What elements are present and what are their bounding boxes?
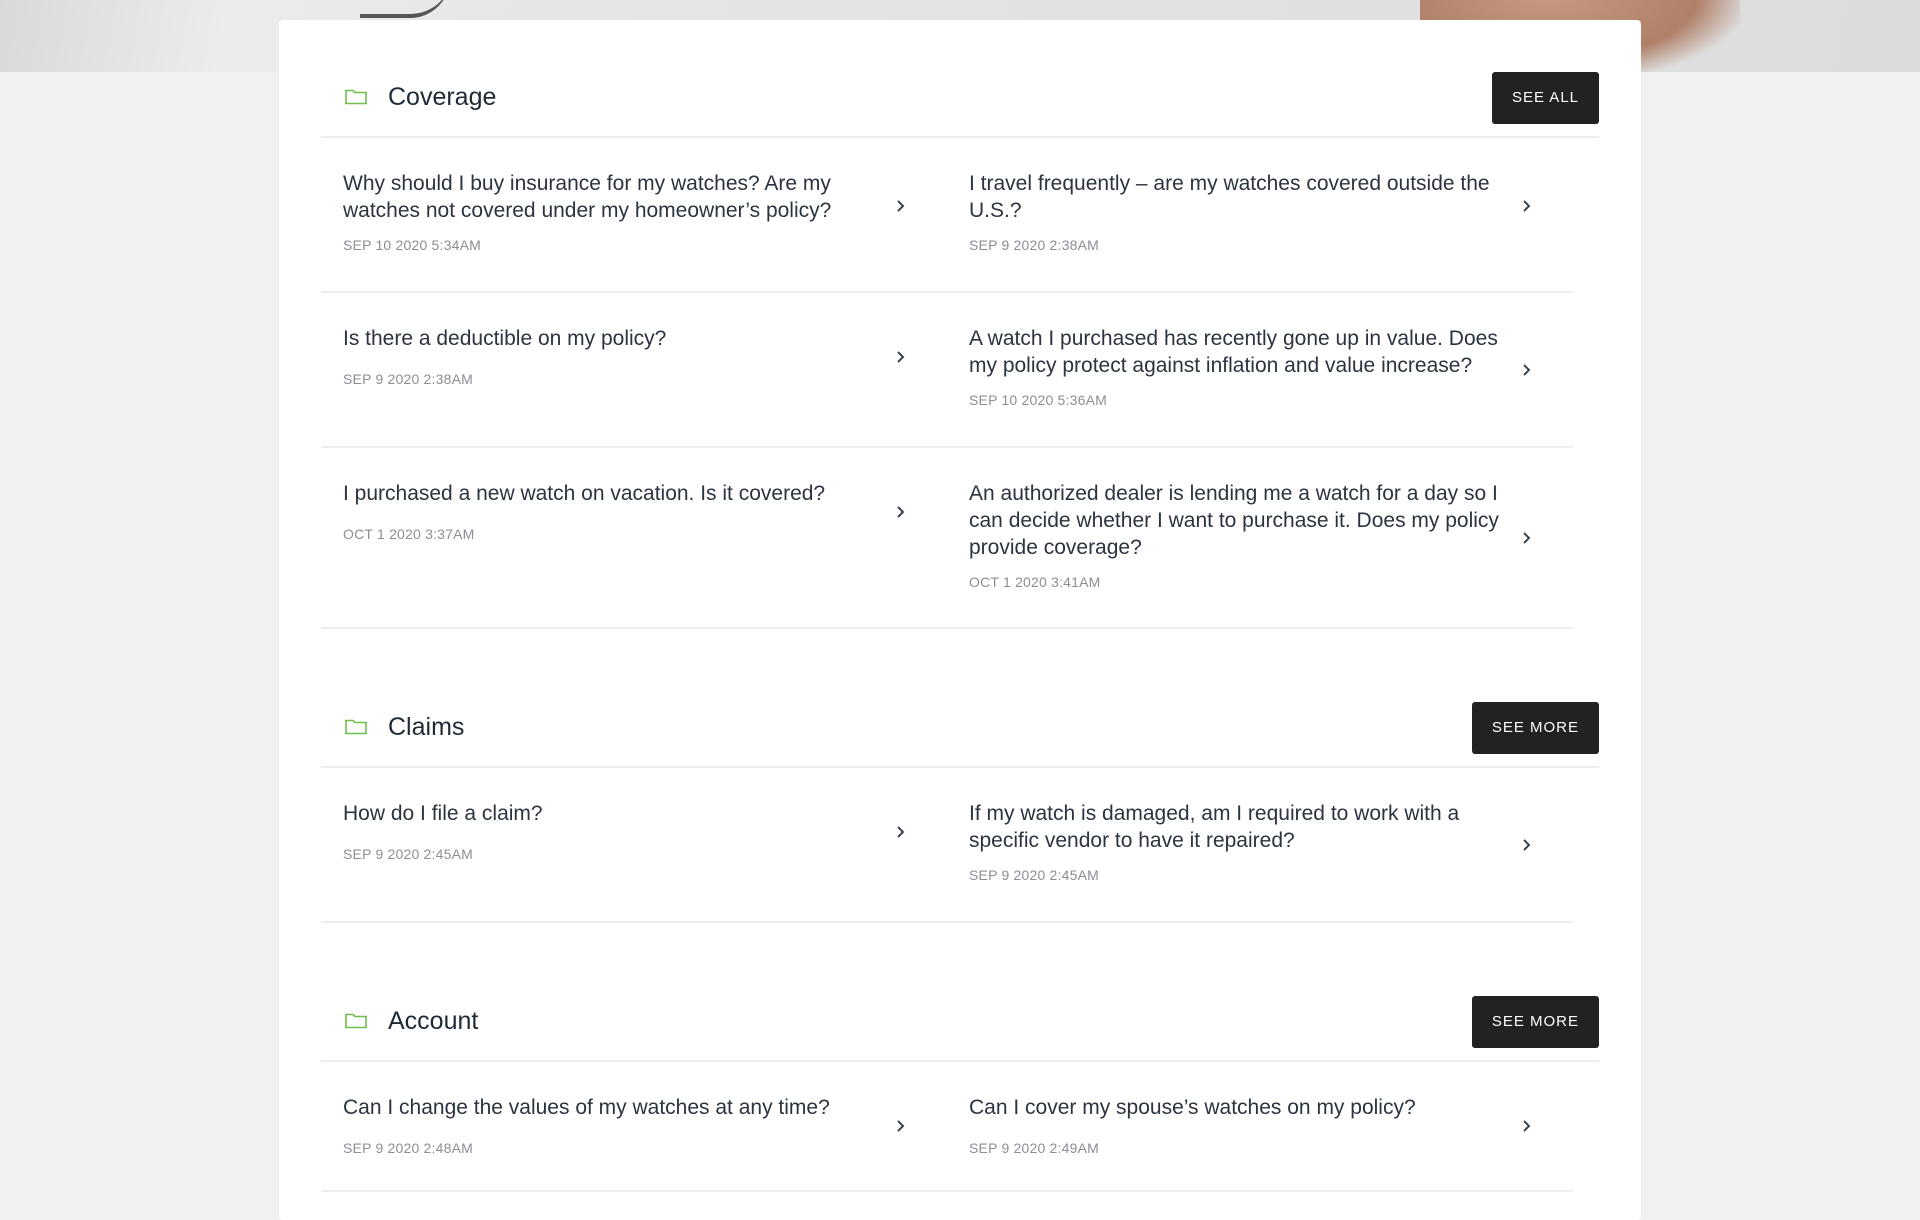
chevron-right-icon[interactable] bbox=[895, 199, 907, 213]
question-item[interactable]: How do I file a claim? SEP 9 2020 2:45AM bbox=[321, 768, 947, 923]
question-date: SEP 9 2020 2:49AM bbox=[969, 1140, 1100, 1156]
section-title[interactable]: Claims bbox=[388, 713, 464, 742]
question-item[interactable]: A watch I purchased has recently gone up… bbox=[947, 293, 1573, 448]
question-item[interactable]: I purchased a new watch on vacation. Is … bbox=[321, 448, 947, 629]
folder-icon bbox=[345, 88, 367, 105]
question-date: SEP 10 2020 5:36AM bbox=[969, 392, 1107, 408]
question-item[interactable]: If my watch is damaged, am I required to… bbox=[947, 768, 1573, 923]
section-account: Account SEE MORE Can I change the values… bbox=[321, 944, 1599, 1192]
section-coverage: Coverage SEE ALL Why should I buy insura… bbox=[321, 20, 1599, 629]
see-more-button[interactable]: SEE MORE bbox=[1471, 702, 1599, 754]
see-all-button[interactable]: SEE ALL bbox=[1491, 72, 1599, 124]
question-text[interactable]: I purchased a new watch on vacation. Is … bbox=[343, 480, 888, 507]
question-item[interactable]: An authorized dealer is lending me a wat… bbox=[947, 448, 1573, 629]
question-item[interactable]: I travel frequently – are my watches cov… bbox=[947, 138, 1573, 293]
question-date: SEP 9 2020 2:38AM bbox=[343, 371, 474, 387]
see-more-button[interactable]: SEE MORE bbox=[1471, 996, 1599, 1048]
chevron-right-icon[interactable] bbox=[1521, 1119, 1533, 1133]
chevron-right-icon[interactable] bbox=[1521, 838, 1533, 852]
section-title[interactable]: Account bbox=[388, 1007, 478, 1036]
question-text[interactable]: If my watch is damaged, am I required to… bbox=[969, 800, 1514, 854]
question-date: SEP 9 2020 2:45AM bbox=[969, 867, 1100, 883]
question-date: SEP 9 2020 2:45AM bbox=[343, 846, 474, 862]
question-text[interactable]: Why should I buy insurance for my watche… bbox=[343, 170, 888, 224]
question-date: OCT 1 2020 3:37AM bbox=[343, 526, 475, 542]
faq-card: Coverage SEE ALL Why should I buy insura… bbox=[279, 20, 1641, 1220]
question-item[interactable]: Is there a deductible on my policy? SEP … bbox=[321, 293, 947, 448]
question-date: OCT 1 2020 3:41AM bbox=[969, 574, 1101, 590]
question-text[interactable]: Is there a deductible on my policy? bbox=[343, 325, 888, 352]
question-item[interactable]: Why should I buy insurance for my watche… bbox=[321, 138, 947, 293]
chevron-right-icon[interactable] bbox=[895, 1119, 907, 1133]
folder-icon bbox=[345, 1012, 367, 1029]
question-item[interactable]: Can I change the values of my watches at… bbox=[321, 1062, 947, 1192]
question-text[interactable]: A watch I purchased has recently gone up… bbox=[969, 325, 1514, 379]
section-title[interactable]: Coverage bbox=[388, 83, 496, 112]
question-date: SEP 9 2020 2:38AM bbox=[969, 237, 1100, 253]
question-text[interactable]: Can I change the values of my watches at… bbox=[343, 1094, 888, 1121]
section-header: Coverage SEE ALL bbox=[321, 20, 1599, 138]
question-text[interactable]: I travel frequently – are my watches cov… bbox=[969, 170, 1514, 224]
chevron-right-icon[interactable] bbox=[1521, 531, 1533, 545]
chevron-right-icon[interactable] bbox=[895, 825, 907, 839]
question-date: SEP 10 2020 5:34AM bbox=[343, 237, 481, 253]
section-header: Claims SEE MORE bbox=[321, 650, 1599, 768]
question-text[interactable]: How do I file a claim? bbox=[343, 800, 888, 827]
question-item[interactable]: Can I cover my spouse’s watches on my po… bbox=[947, 1062, 1573, 1192]
question-text[interactable]: Can I cover my spouse’s watches on my po… bbox=[969, 1094, 1514, 1121]
chevron-right-icon[interactable] bbox=[1521, 363, 1533, 377]
folder-icon bbox=[345, 718, 367, 735]
section-claims: Claims SEE MORE How do I file a claim? S… bbox=[321, 650, 1599, 923]
question-date: SEP 9 2020 2:48AM bbox=[343, 1140, 474, 1156]
section-header: Account SEE MORE bbox=[321, 944, 1599, 1062]
question-text[interactable]: An authorized dealer is lending me a wat… bbox=[969, 480, 1514, 561]
chevron-right-icon[interactable] bbox=[1521, 199, 1533, 213]
chevron-right-icon[interactable] bbox=[895, 505, 907, 519]
chevron-right-icon[interactable] bbox=[895, 350, 907, 364]
hero-watch-edge bbox=[360, 0, 450, 18]
